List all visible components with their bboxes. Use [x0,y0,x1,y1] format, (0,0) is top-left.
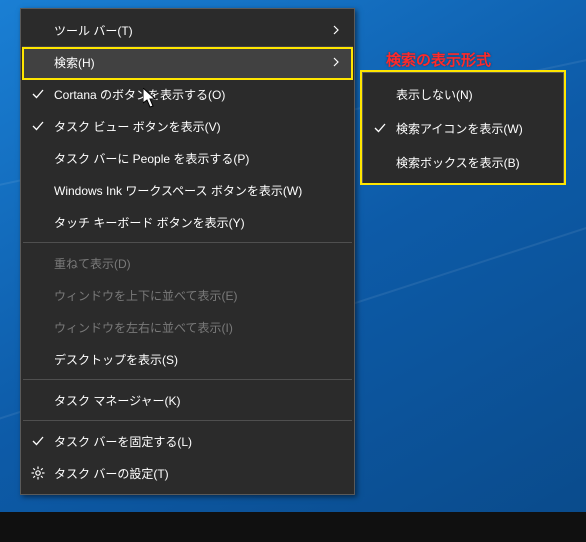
menu-separator [23,420,352,421]
main-menu-item-4[interactable]: タスク バーに People を表示する(P) [22,142,353,174]
main-menu-item-5[interactable]: Windows Ink ワークスペース ボタンを表示(W) [22,174,353,206]
menu-item-label: タッチ キーボード ボタンを表示(Y) [54,214,329,231]
menu-item-label: 検索ボックスを表示(B) [396,154,538,171]
menu-separator [23,379,352,380]
menu-item-label: タスク バーの設定(T) [54,465,329,482]
menu-item-label: 重ねて表示(D) [54,255,329,272]
main-menu-item-11[interactable]: デスクトップを表示(S) [22,343,353,375]
search-submenu: 表示しない(N) 検索アイコンを表示(W) 検索ボックスを表示(B) [362,72,564,184]
gear-icon [31,466,45,480]
menu-item-label: 表示しない(N) [396,86,538,103]
main-menu-item-1[interactable]: 検索(H) [22,46,353,78]
check-icon [374,122,386,134]
menu-item-label: タスク ビュー ボタンを表示(V) [54,118,329,135]
main-menu-item-6[interactable]: タッチ キーボード ボタンを表示(Y) [22,206,353,238]
check-icon [32,120,44,132]
menu-item-label: デスクトップを表示(S) [54,351,329,368]
menu-item-label: ウィンドウを上下に並べて表示(E) [54,287,329,304]
menu-item-label: タスク マネージャー(K) [54,392,329,409]
main-menu-item-10: ウィンドウを左右に並べて表示(I) [22,311,353,343]
taskbar-context-menu: ツール バー(T) 検索(H) Cortana のボタンを表示する(O) タスク ビュ… [20,8,355,495]
check-icon [32,435,44,447]
search-submenu-item-0[interactable]: 表示しない(N) [364,77,562,111]
menu-item-label: タスク バーを固定する(L) [54,433,329,450]
main-menu-item-8: 重ねて表示(D) [22,247,353,279]
main-menu-item-9: ウィンドウを上下に並べて表示(E) [22,279,353,311]
check-icon [32,88,44,100]
search-submenu-item-1[interactable]: 検索アイコンを表示(W) [364,111,562,145]
main-menu-item-2[interactable]: Cortana のボタンを表示する(O) [22,78,353,110]
menu-item-label: ウィンドウを左右に並べて表示(I) [54,319,329,336]
chevron-right-icon [333,57,339,67]
menu-item-label: Cortana のボタンを表示する(O) [54,86,329,103]
chevron-right-icon [333,25,339,35]
main-menu-item-15[interactable]: タスク バーを固定する(L) [22,425,353,457]
main-menu-item-13[interactable]: タスク マネージャー(K) [22,384,353,416]
search-submenu-item-2[interactable]: 検索ボックスを表示(B) [364,145,562,179]
menu-item-label: ツール バー(T) [54,22,329,39]
menu-item-label: タスク バーに People を表示する(P) [54,150,329,167]
taskbar[interactable] [0,512,586,542]
main-menu-item-3[interactable]: タスク ビュー ボタンを表示(V) [22,110,353,142]
menu-separator [23,242,352,243]
menu-item-label: 検索(H) [54,54,329,71]
menu-item-label: 検索アイコンを表示(W) [396,120,538,137]
main-menu-item-16[interactable]: タスク バーの設定(T) [22,457,353,489]
annotation-label: 検索の表示形式 [386,49,491,70]
main-menu-item-0[interactable]: ツール バー(T) [22,14,353,46]
menu-item-label: Windows Ink ワークスペース ボタンを表示(W) [54,182,329,199]
